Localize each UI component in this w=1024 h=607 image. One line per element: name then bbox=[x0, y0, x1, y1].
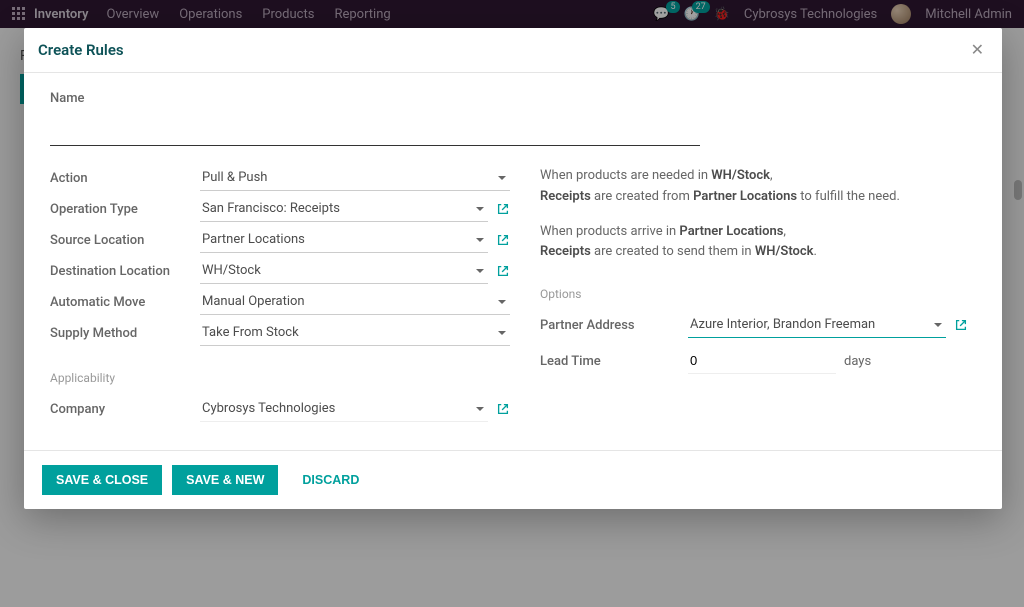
discard-button[interactable]: DISCARD bbox=[288, 465, 373, 495]
company-label: Company bbox=[50, 402, 200, 417]
close-icon[interactable]: ✕ bbox=[971, 40, 984, 60]
action-select[interactable]: Pull & Push bbox=[200, 165, 510, 191]
create-rules-modal: Create Rules ✕ Name Action Pull & Push O… bbox=[24, 28, 1002, 509]
company-select[interactable]: Cybrosys Technologies bbox=[200, 396, 488, 422]
lead-time-suffix: days bbox=[844, 354, 871, 369]
name-input[interactable] bbox=[50, 114, 700, 146]
modal-title: Create Rules bbox=[38, 41, 124, 59]
source-location-select[interactable]: Partner Locations bbox=[200, 227, 488, 253]
lead-time-label: Lead Time bbox=[540, 354, 688, 369]
source-location-label: Source Location bbox=[50, 233, 200, 248]
modal-footer: SAVE & CLOSE SAVE & NEW DISCARD bbox=[24, 450, 1002, 509]
info-text-push: When products arrive in Partner Location… bbox=[540, 222, 976, 264]
lead-time-input[interactable] bbox=[688, 348, 836, 374]
options-title: Options bbox=[540, 287, 976, 301]
save-new-button[interactable]: SAVE & NEW bbox=[172, 465, 278, 495]
external-link-icon[interactable] bbox=[496, 202, 510, 216]
modal-body: Name Action Pull & Push Operation Type S… bbox=[24, 73, 1002, 450]
external-link-icon[interactable] bbox=[496, 264, 510, 278]
name-label: Name bbox=[50, 91, 976, 106]
destination-location-select[interactable]: WH/Stock bbox=[200, 258, 488, 284]
partner-address-select[interactable]: Azure Interior, Brandon Freeman bbox=[688, 312, 946, 338]
info-text-pull: When products are needed in WH/Stock, Re… bbox=[540, 166, 976, 208]
applicability-title: Applicability bbox=[50, 371, 510, 385]
automatic-move-select[interactable]: Manual Operation bbox=[200, 289, 510, 315]
action-label: Action bbox=[50, 171, 200, 186]
save-close-button[interactable]: SAVE & CLOSE bbox=[42, 465, 162, 495]
partner-address-label: Partner Address bbox=[540, 318, 688, 333]
modal-header: Create Rules ✕ bbox=[24, 28, 1002, 73]
operation-type-select[interactable]: San Francisco: Receipts bbox=[200, 196, 488, 222]
supply-method-label: Supply Method bbox=[50, 326, 200, 341]
supply-method-select[interactable]: Take From Stock bbox=[200, 320, 510, 346]
automatic-move-label: Automatic Move bbox=[50, 295, 200, 310]
destination-location-label: Destination Location bbox=[50, 264, 200, 279]
external-link-icon[interactable] bbox=[496, 233, 510, 247]
external-link-icon[interactable] bbox=[496, 402, 510, 416]
operation-type-label: Operation Type bbox=[50, 202, 200, 217]
external-link-icon[interactable] bbox=[954, 318, 968, 332]
